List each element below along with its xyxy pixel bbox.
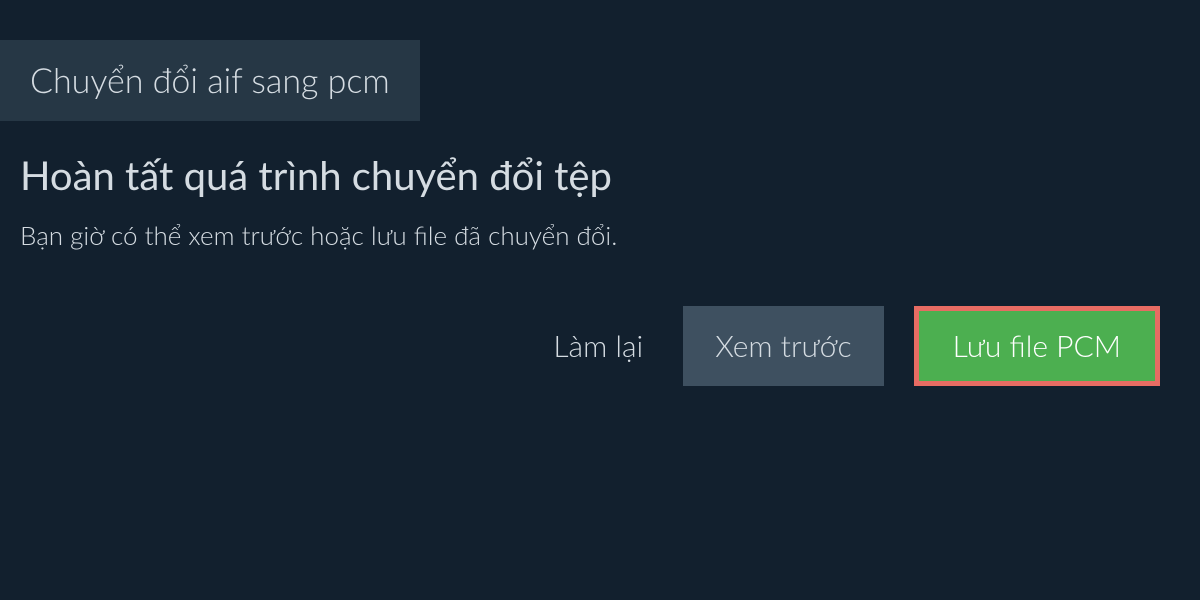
- page-description: Bạn giờ có thể xem trước hoặc lưu file đ…: [20, 219, 1180, 251]
- save-button[interactable]: Lưu file PCM: [914, 306, 1160, 386]
- redo-link[interactable]: Làm lại: [553, 328, 643, 364]
- page-heading: Hoàn tất quá trình chuyển đổi tệp: [20, 151, 1180, 199]
- tab-label: Chuyển đổi aif sang pcm: [30, 60, 390, 101]
- content-panel: Hoàn tất quá trình chuyển đổi tệp Bạn gi…: [0, 121, 1200, 386]
- actions-row: Làm lại Xem trước Lưu file PCM: [20, 306, 1180, 386]
- tab-convert[interactable]: Chuyển đổi aif sang pcm: [0, 40, 420, 121]
- preview-button[interactable]: Xem trước: [683, 306, 883, 386]
